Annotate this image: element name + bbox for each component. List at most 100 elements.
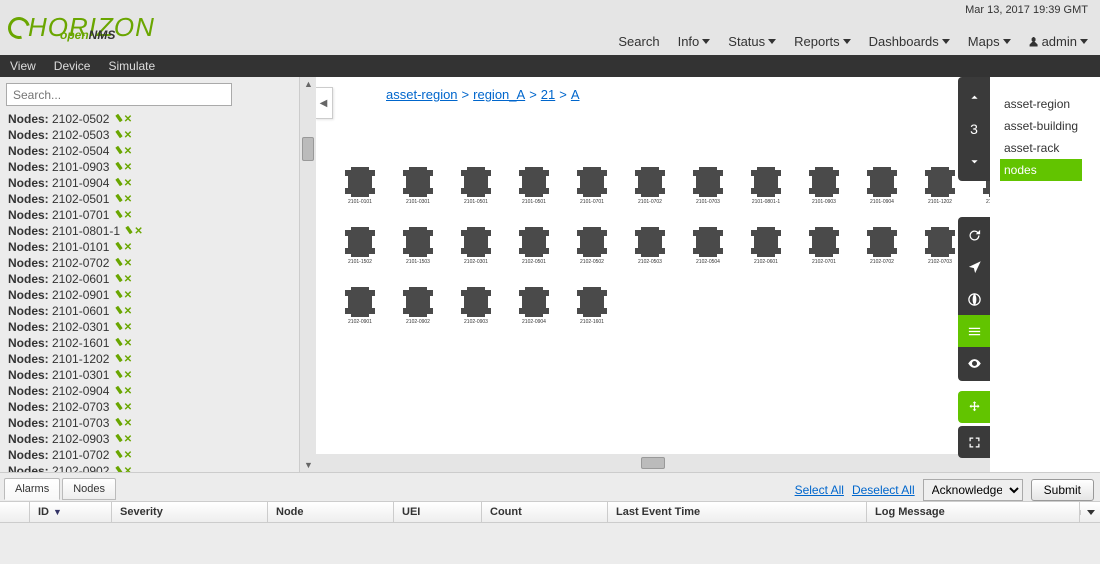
node-cell[interactable]: 2101-1503 <box>399 227 437 265</box>
menu-view[interactable]: View <box>10 59 36 73</box>
world-button[interactable] <box>958 283 990 315</box>
tab-nodes[interactable]: Nodes <box>62 478 116 500</box>
node-cell[interactable]: 2102-0601 <box>747 227 785 265</box>
node-cell[interactable]: 2101-0701 <box>573 167 611 205</box>
node-cell[interactable]: 2102-0703 <box>921 227 959 265</box>
nav-status[interactable]: Status <box>728 34 776 49</box>
col-uei[interactable]: UEI <box>394 502 482 522</box>
zoom-out-button[interactable] <box>958 145 990 177</box>
locate-button[interactable] <box>958 251 990 283</box>
node-cell[interactable]: 2102-0501 <box>515 227 553 265</box>
node-list-item[interactable]: Nodes: 2102-1601 ✕ <box>8 336 299 352</box>
fullscreen-button[interactable] <box>958 426 990 458</box>
node-cell[interactable]: 2101-0301 <box>399 167 437 205</box>
visibility-button[interactable] <box>958 347 990 379</box>
node-list-item[interactable]: Nodes: 2101-1202 ✕ <box>8 352 299 368</box>
node-cell[interactable]: 2101-0702 <box>631 167 669 205</box>
breadcrumb-link[interactable]: A <box>571 87 580 102</box>
menu-device[interactable]: Device <box>54 59 91 73</box>
node-cell[interactable]: 2102-0901 <box>341 287 379 325</box>
node-cell[interactable]: 2102-0702 <box>863 227 901 265</box>
node-cell[interactable]: 2101-0801-1 <box>747 167 785 205</box>
node-list-item[interactable]: Nodes: 2102-0703 ✕ <box>8 400 299 416</box>
node-cell[interactable]: 2101-0904 <box>863 167 901 205</box>
node-cell[interactable]: 2101-0903 <box>805 167 843 205</box>
node-cell[interactable]: 2102-0902 <box>399 287 437 325</box>
node-cell[interactable]: 2102-0502 <box>573 227 611 265</box>
node-cell[interactable]: 2102-1601 <box>573 287 611 325</box>
vertical-scrollbar[interactable]: ▲ ▼ <box>300 77 316 472</box>
node-list-item[interactable]: Nodes: 2102-0901 ✕ <box>8 288 299 304</box>
scroll-thumb[interactable] <box>302 137 314 161</box>
node-cell[interactable]: 2102-0301 <box>457 227 495 265</box>
node-cell[interactable]: 2102-0504 <box>689 227 727 265</box>
node-list-item[interactable]: Nodes: 2101-0702 ✕ <box>8 448 299 464</box>
nav-user[interactable]: admin <box>1029 34 1088 49</box>
node-list-item[interactable]: Nodes: 2102-0601 ✕ <box>8 272 299 288</box>
node-list-item[interactable]: Nodes: 2101-0904 ✕ <box>8 176 299 192</box>
menu-simulate[interactable]: Simulate <box>108 59 155 73</box>
layer-item[interactable]: nodes <box>1000 159 1082 181</box>
action-select[interactable]: Acknowledge <box>923 479 1023 501</box>
node-cell[interactable]: 2101-0501 <box>457 167 495 205</box>
node-list-item[interactable]: Nodes: 2102-0502 ✕ <box>8 112 299 128</box>
node-list-item[interactable]: Nodes: 2101-0903 ✕ <box>8 160 299 176</box>
breadcrumb-link[interactable]: region_A <box>473 87 525 102</box>
nav-dashboards[interactable]: Dashboards <box>869 34 950 49</box>
node-list-item[interactable]: Nodes: 2102-0503 ✕ <box>8 128 299 144</box>
node-cell[interactable]: 2101-1202 <box>921 167 959 205</box>
scroll-up-icon[interactable]: ▲ <box>304 79 313 89</box>
node-list-item[interactable]: Nodes: 2102-0504 ✕ <box>8 144 299 160</box>
col-last-event[interactable]: Last Event Time <box>608 502 867 522</box>
node-cell[interactable]: 2101-1502 <box>341 227 379 265</box>
select-all-link[interactable]: Select All <box>795 483 844 497</box>
collapse-sidebar-button[interactable]: ◀ <box>316 87 333 119</box>
nav-maps[interactable]: Maps <box>968 34 1011 49</box>
node-list-item[interactable]: Nodes: 2101-0703 ✕ <box>8 416 299 432</box>
hscroll-thumb[interactable] <box>641 457 665 469</box>
col-node[interactable]: Node <box>268 502 394 522</box>
node-list-item[interactable]: Nodes: 2101-0601 ✕ <box>8 304 299 320</box>
nav-info[interactable]: Info <box>678 34 711 49</box>
nav-reports[interactable]: Reports <box>794 34 851 49</box>
col-count[interactable]: Count <box>482 502 608 522</box>
topology-canvas[interactable]: ◀ asset-region>region_A>21>A 2101-010121… <box>316 77 990 472</box>
breadcrumb-link[interactable]: 21 <box>541 87 555 102</box>
node-list-item[interactable]: Nodes: 2102-0903 ✕ <box>8 432 299 448</box>
scroll-down-icon[interactable]: ▼ <box>304 460 313 470</box>
node-cell[interactable]: 2101-0703 <box>689 167 727 205</box>
col-id[interactable]: ID▼ <box>30 502 112 522</box>
tab-alarms[interactable]: Alarms <box>4 478 60 500</box>
breadcrumb-link[interactable]: asset-region <box>386 87 458 102</box>
node-list-item[interactable]: Nodes: 2101-0701 ✕ <box>8 208 299 224</box>
node-list-item[interactable]: Nodes: 2102-0902 ✕ <box>8 464 299 472</box>
zoom-in-button[interactable] <box>958 81 990 113</box>
node-cell[interactable]: 2101-0101 <box>341 167 379 205</box>
pan-button[interactable] <box>958 391 990 423</box>
node-list-item[interactable]: Nodes: 2102-0904 ✕ <box>8 384 299 400</box>
nav-search[interactable]: Search <box>618 34 659 49</box>
node-cell[interactable]: 2102-0701 <box>805 227 843 265</box>
horizontal-scrollbar[interactable] <box>316 454 990 472</box>
submit-button[interactable]: Submit <box>1031 479 1094 501</box>
layer-item[interactable]: asset-rack <box>1000 137 1082 159</box>
col-severity[interactable]: Severity <box>112 502 268 522</box>
search-input[interactable] <box>6 83 232 106</box>
node-list-item[interactable]: Nodes: 2101-0801-1 ✕ <box>8 224 299 240</box>
node-list-item[interactable]: Nodes: 2101-0101 ✕ <box>8 240 299 256</box>
node-cell[interactable]: 2102-0503 <box>631 227 669 265</box>
list-button[interactable] <box>958 315 990 347</box>
deselect-all-link[interactable]: Deselect All <box>852 483 915 497</box>
node-list-item[interactable]: Nodes: 2102-0702 ✕ <box>8 256 299 272</box>
node-list-item[interactable]: Nodes: 2102-0301 ✕ <box>8 320 299 336</box>
node-list-item[interactable]: Nodes: 2101-0301 ✕ <box>8 368 299 384</box>
layer-item[interactable]: asset-building <box>1000 115 1082 137</box>
refresh-button[interactable] <box>958 219 990 251</box>
node-cell[interactable]: 2102-0903 <box>457 287 495 325</box>
col-log-message[interactable]: Log Message <box>867 502 1080 522</box>
node-list-item[interactable]: Nodes: 2102-0501 ✕ <box>8 192 299 208</box>
col-checkbox[interactable] <box>0 502 30 522</box>
layer-item[interactable]: asset-region <box>1000 93 1082 115</box>
node-list[interactable]: Nodes: 2102-0502 ✕Nodes: 2102-0503 ✕Node… <box>0 112 299 472</box>
node-cell[interactable]: 2102-0904 <box>515 287 553 325</box>
